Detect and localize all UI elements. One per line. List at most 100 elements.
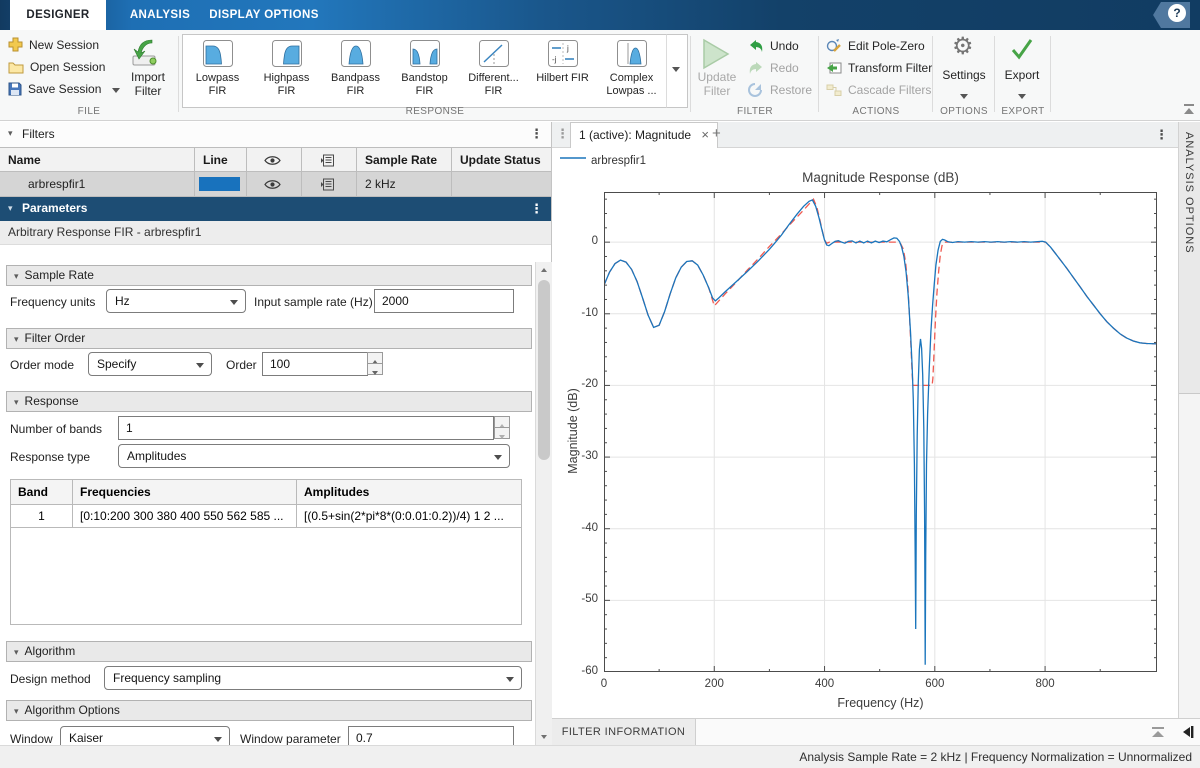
order-field[interactable]: 100 — [262, 352, 368, 376]
window-parameter-label: Window parameter — [240, 732, 341, 746]
filters-panel-header[interactable]: ▾ Filters ⋮ — [0, 122, 551, 147]
band-table[interactable]: BandFrequenciesAmplitudes 1[0:10:200 300 … — [10, 479, 522, 625]
restore-pane-icon[interactable] — [1150, 726, 1166, 739]
scroll-up-icon[interactable] — [536, 262, 552, 278]
spinner-down-icon[interactable] — [494, 427, 510, 439]
dock-left-icon[interactable] — [1181, 725, 1194, 739]
close-icon[interactable]: × — [701, 127, 709, 142]
gallery-item-different-[interactable]: Different...FIR — [459, 35, 528, 107]
save-session-button[interactable]: Save Session — [8, 80, 120, 100]
panel-grip-icon[interactable]: ⋮ — [556, 126, 569, 142]
filter-row-sample-rate[interactable]: 2 kHz — [357, 172, 452, 197]
filter-row-visibility[interactable] — [247, 172, 302, 197]
order-spinner[interactable] — [367, 352, 383, 376]
plot-axes[interactable] — [604, 192, 1157, 672]
section-header-algorithm-options[interactable]: ▾Algorithm Options — [6, 700, 532, 721]
filters-menu-kebab-icon[interactable]: ⋮ — [530, 126, 543, 142]
gallery-item-lowpass[interactable]: LowpassFIR — [183, 35, 252, 107]
analysis-options-vertical-tab[interactable]: ANALYSIS OPTIONS — [1179, 122, 1200, 394]
tab-display-options[interactable]: DISPLAY OPTIONS — [206, 0, 322, 30]
number-of-bands-field[interactable]: 1 — [118, 416, 494, 440]
new-display-tab-button[interactable]: + — [712, 125, 721, 142]
display-tab-magnitude[interactable]: 1 (active): Magnitude × — [570, 122, 718, 148]
collapse-triangle-icon[interactable]: ▾ — [8, 203, 13, 214]
band-col-header-frequencies[interactable]: Frequencies — [73, 480, 297, 505]
collapse-ribbon-icon[interactable] — [1182, 103, 1196, 116]
settings-button[interactable]: Settings — [934, 68, 994, 82]
tab-analysis[interactable]: ANALYSIS — [118, 0, 202, 30]
parameters-scrollbar[interactable] — [535, 262, 552, 745]
section-header-sample-rate[interactable]: ▾Sample Rate — [6, 265, 532, 286]
help-icon[interactable]: ? — [1168, 4, 1186, 22]
tab-designer[interactable]: DESIGNER — [10, 0, 106, 30]
open-session-button[interactable]: Open Session — [8, 58, 105, 78]
col-header-sample-rate[interactable]: Sample Rate — [357, 147, 452, 172]
restore-button[interactable]: Restore — [748, 80, 812, 100]
settings-gear-icon[interactable]: ⚙ — [952, 34, 976, 60]
section-header-response[interactable]: ▾Response — [6, 391, 532, 412]
gallery-item-bandpass[interactable]: BandpassFIR — [321, 35, 390, 107]
filter-designer-app: DESIGNER ANALYSIS DISPLAY OPTIONS ? New … — [0, 0, 1200, 768]
export-button[interactable] — [1010, 38, 1034, 65]
update-filter-label[interactable]: UpdateFilter — [688, 70, 746, 98]
filter-row-update-status[interactable] — [452, 172, 551, 197]
section-header-algorithm[interactable]: ▾Algorithm — [6, 641, 532, 662]
gallery-item-highpass[interactable]: HighpassFIR — [252, 35, 321, 107]
section-label-response: RESPONSE — [180, 106, 690, 118]
input-sample-rate-field[interactable]: 2000 — [374, 289, 514, 313]
filter-row-line[interactable] — [195, 172, 247, 197]
edit-pole-zero-button[interactable]: Edit Pole-Zero — [826, 36, 925, 56]
magnitude-response-plot[interactable]: arbrespfir1 Magnitude Response (dB) Freq… — [552, 148, 1178, 718]
export-dropdown-icon[interactable] — [1018, 86, 1026, 104]
design-method-label: Design method — [10, 672, 91, 686]
cascade-filters-button[interactable]: Cascade Filters — [826, 80, 931, 100]
settings-dropdown-icon[interactable] — [960, 86, 968, 104]
response-type-dropdown[interactable]: Amplitudes — [118, 444, 510, 468]
col-header-line[interactable]: Line — [195, 147, 247, 172]
scrollbar-thumb[interactable] — [538, 280, 550, 460]
filter-row-info[interactable] — [302, 172, 357, 197]
band-cell[interactable]: 1 — [11, 505, 73, 528]
parameters-panel-header[interactable]: ▾ Parameters ⋮ — [0, 197, 551, 221]
bands-spinner[interactable] — [494, 416, 510, 440]
response-gallery-expand-button[interactable] — [666, 34, 688, 108]
filter-row-name[interactable]: arbrespfir1 — [0, 172, 195, 197]
band-cell[interactable]: [(0.5+sin(2*pi*8*(0:0.01:0.2))/4) 1 2 ..… — [297, 505, 521, 528]
display-menu-kebab-icon[interactable]: ⋮ — [1155, 127, 1168, 143]
order-mode-dropdown[interactable]: Specify — [88, 352, 212, 376]
export-label[interactable]: Export — [994, 68, 1050, 82]
undo-button[interactable]: Undo — [748, 36, 799, 56]
series-designed — [604, 200, 1157, 665]
band-col-header-band[interactable]: Band — [11, 480, 73, 505]
collapse-triangle-icon[interactable]: ▾ — [8, 128, 13, 139]
filter-info-icon[interactable] — [320, 178, 335, 191]
input-sample-rate-label: Input sample rate (Hz) — [254, 295, 373, 309]
gallery-item-bandstop[interactable]: BandstopFIR — [390, 35, 459, 107]
eye-icon[interactable] — [264, 179, 281, 190]
section-header-filter-order[interactable]: ▾Filter Order — [6, 328, 532, 349]
frequency-units-dropdown[interactable]: Hz — [106, 289, 246, 313]
chevron-down-icon — [230, 300, 238, 305]
line-color-swatch[interactable] — [199, 177, 240, 191]
transform-filter-button[interactable]: Transform Filter — [826, 58, 932, 78]
plot-legend[interactable]: arbrespfir1 — [560, 154, 646, 167]
band-cell[interactable]: [0:10:200 300 380 400 550 562 585 ... — [73, 505, 297, 528]
redo-button[interactable]: Redo — [748, 58, 799, 78]
new-session-button[interactable]: New Session — [8, 36, 99, 56]
import-filter-label[interactable]: ImportFilter — [118, 70, 178, 98]
scroll-down-icon[interactable] — [536, 729, 552, 745]
col-header-update-status[interactable]: Update Status — [452, 147, 551, 172]
band-col-header-amplitudes[interactable]: Amplitudes — [297, 480, 521, 505]
gallery-item-label: ComplexLowpas ... — [597, 72, 666, 98]
design-method-dropdown[interactable]: Frequency sampling — [104, 666, 522, 690]
col-header-name[interactable]: Name — [0, 147, 195, 172]
spinner-down-icon[interactable] — [367, 363, 383, 375]
col-header-info[interactable] — [302, 147, 357, 172]
gallery-item-hilbert-fir[interactable]: j-jHilbert FIR — [528, 35, 597, 107]
gallery-item-complex[interactable]: ComplexLowpas ... — [597, 35, 666, 107]
parameters-menu-kebab-icon[interactable]: ⋮ — [530, 201, 543, 217]
gallery-item-label: Hilbert FIR — [528, 72, 597, 98]
filter-information-tab[interactable]: FILTER INFORMATION — [552, 719, 696, 746]
import-filter-button[interactable] — [128, 38, 160, 73]
col-header-visibility[interactable] — [247, 147, 302, 172]
